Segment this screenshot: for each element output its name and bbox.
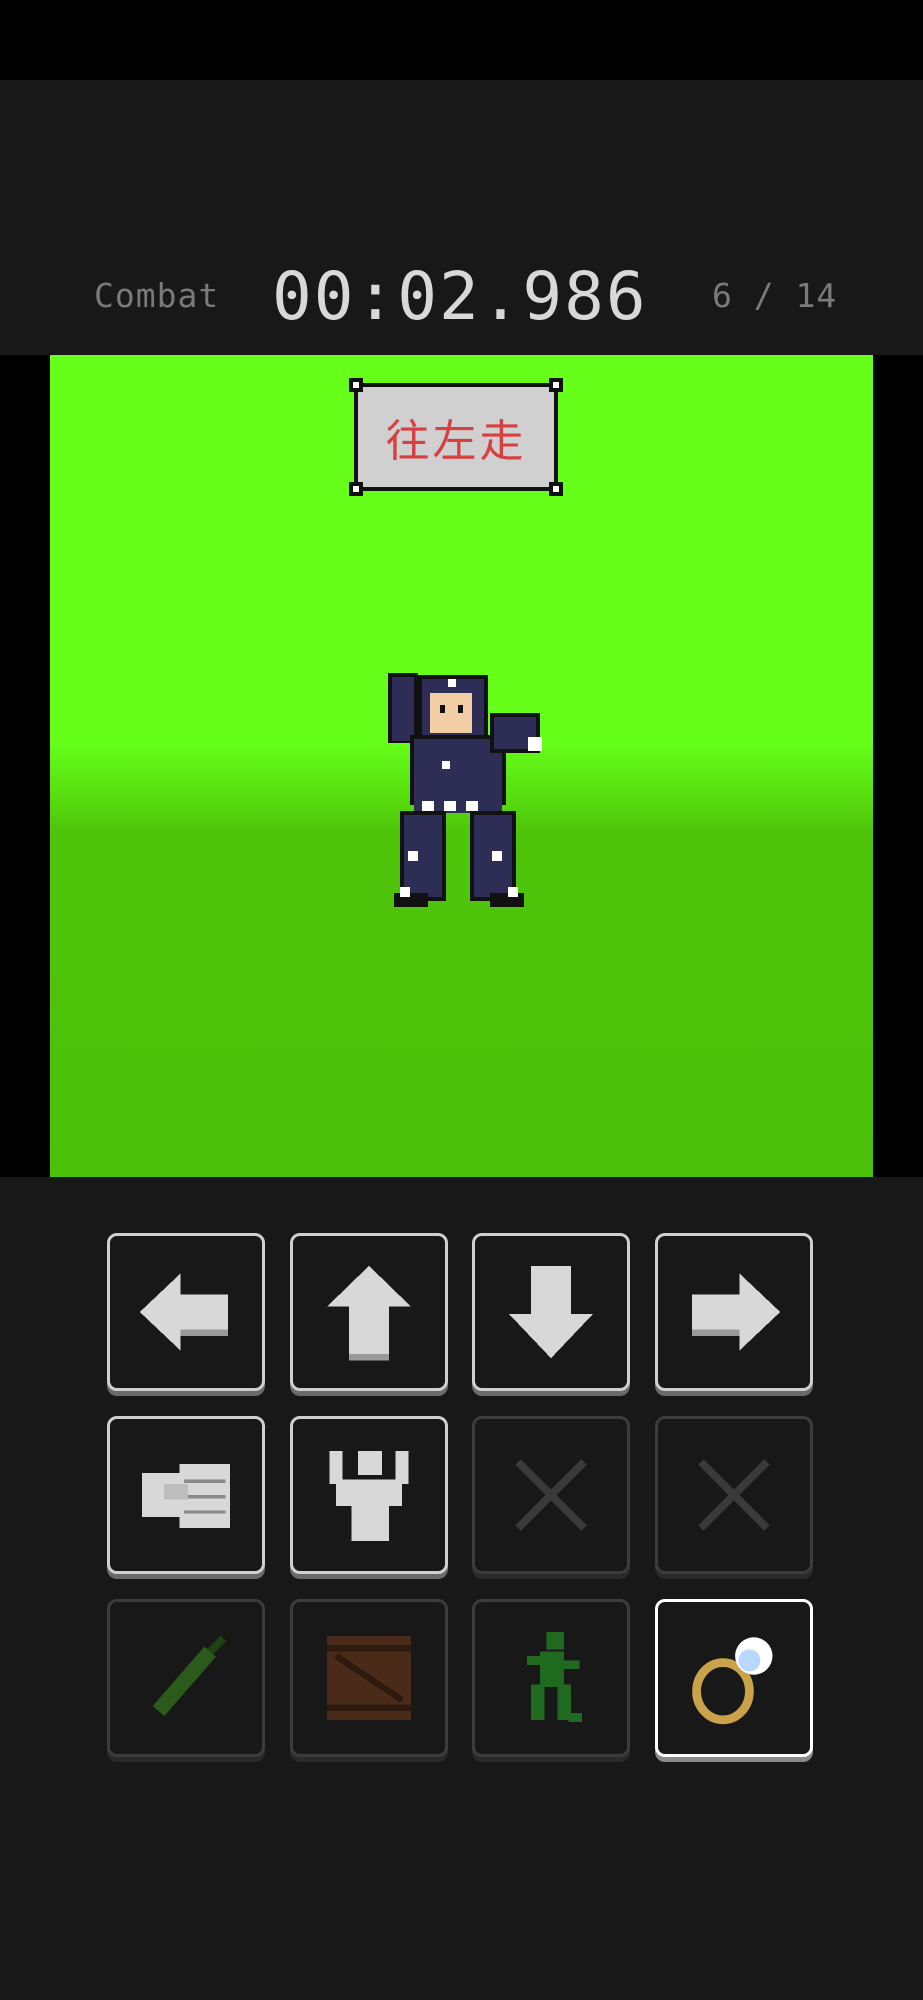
ring-icon xyxy=(692,1637,773,1725)
move-right-button[interactable] xyxy=(655,1233,813,1391)
crate-icon xyxy=(327,1636,411,1720)
walking-man-icon xyxy=(526,1631,582,1722)
bottle-item-button[interactable] xyxy=(107,1599,265,1757)
sign-corner xyxy=(349,482,363,496)
sign-corner xyxy=(349,378,363,392)
sign-corner xyxy=(549,378,563,392)
timer: 00:02.986 xyxy=(272,258,648,335)
command-text: 往左走 xyxy=(385,416,527,467)
punch-button[interactable] xyxy=(107,1416,265,1574)
progress-counter: 6 / 14 xyxy=(712,276,838,315)
mode-label: Combat xyxy=(94,276,220,315)
arrow-up-icon xyxy=(327,1265,411,1361)
locked-slot-button[interactable] xyxy=(655,1416,813,1574)
x-icon xyxy=(515,1459,587,1531)
flex-icon xyxy=(329,1451,409,1542)
arrow-down-icon xyxy=(509,1265,593,1359)
locked-slot-button[interactable] xyxy=(472,1416,630,1574)
move-up-button[interactable] xyxy=(290,1233,448,1391)
command-sign: 往左走 xyxy=(349,378,563,496)
move-left-button[interactable] xyxy=(107,1233,265,1391)
ring-item-button[interactable] xyxy=(655,1599,813,1757)
flex-button[interactable] xyxy=(290,1416,448,1574)
walk-item-button[interactable] xyxy=(472,1599,630,1757)
game-stage: 往左走 xyxy=(50,355,873,1177)
ninja-character xyxy=(388,673,542,907)
move-down-button[interactable] xyxy=(472,1233,630,1391)
arrow-right-icon xyxy=(692,1273,781,1351)
bottle-icon xyxy=(152,1635,227,1717)
x-icon xyxy=(698,1459,770,1531)
arrow-left-icon xyxy=(139,1273,228,1351)
crate-item-button[interactable] xyxy=(290,1599,448,1757)
sign-corner xyxy=(549,482,563,496)
status-bar xyxy=(0,0,923,80)
fist-icon xyxy=(142,1464,230,1528)
